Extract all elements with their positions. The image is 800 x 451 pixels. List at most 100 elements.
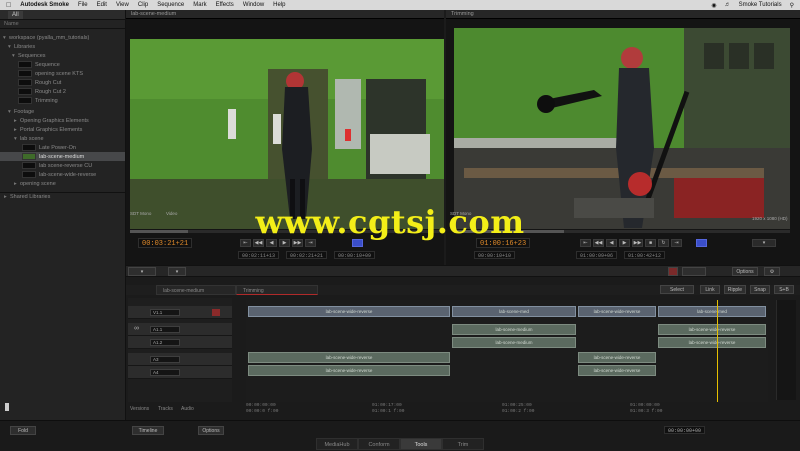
tab-trim[interactable]: Trim xyxy=(442,438,484,450)
user-menu[interactable]: Smoke Tutorials xyxy=(739,2,782,8)
footage-item[interactable]: ▾ lab scene xyxy=(0,134,125,143)
timeline-clip[interactable]: lab-scene-medium xyxy=(452,337,576,348)
timeline-clip[interactable]: lab-scene-wide-reverse xyxy=(578,365,656,376)
menu-clip[interactable]: Clip xyxy=(138,2,148,8)
source-video-frame[interactable] xyxy=(130,39,444,229)
source-duration-timecode[interactable]: 00:00:10+09 xyxy=(334,251,376,259)
tool-sb[interactable]: S+B xyxy=(774,285,794,294)
link-icon[interactable]: ∞ xyxy=(134,325,139,332)
tab-trimming[interactable]: Trimming xyxy=(236,285,318,295)
track-header-a4[interactable]: A4 xyxy=(128,366,232,379)
footage-item[interactable]: ▸ Portal Graphics Elements xyxy=(0,125,125,134)
sequence-item[interactable]: Trimming xyxy=(0,96,125,105)
mark-in-button[interactable]: ⇤ xyxy=(580,239,591,247)
tab-all[interactable]: All xyxy=(8,10,23,19)
source-out-timecode[interactable]: 00:02:21+21 xyxy=(286,251,328,259)
options-dropdown[interactable]: Options xyxy=(732,267,758,276)
timeline-clip[interactable]: lab-scene-wide-reverse xyxy=(578,352,656,363)
view-versions[interactable]: Versions xyxy=(130,406,149,412)
sequence-item[interactable]: Sequence xyxy=(0,60,125,69)
gear-icon[interactable]: ⚙ xyxy=(764,267,780,276)
clip-item[interactable]: lab scene-reverse CU xyxy=(0,161,125,170)
track-header-a1[interactable]: A1.1 ∞ xyxy=(128,323,232,336)
record-src-timecode[interactable]: 00:00:10+10 xyxy=(474,251,516,259)
wifi-icon[interactable]: ◉ xyxy=(711,2,716,9)
menu-edit[interactable]: Edit xyxy=(97,2,107,8)
tool-select[interactable]: Select xyxy=(660,285,694,294)
footage-item[interactable]: ▸ opening scene xyxy=(0,179,125,188)
libraries-item[interactable]: ▾ Libraries xyxy=(0,42,125,51)
clip-item[interactable]: lab-scene-wide-reverse xyxy=(0,170,125,179)
timeline-clip[interactable]: lab-scene-medium xyxy=(452,324,576,335)
column-header-name[interactable]: Name xyxy=(0,20,125,29)
step-back-button[interactable]: ◀◀ xyxy=(593,239,604,247)
menu-effects[interactable]: Effects xyxy=(216,2,234,8)
record-button[interactable] xyxy=(668,267,678,276)
next-frame-button[interactable]: ▶▶ xyxy=(632,239,643,247)
fold-dropdown[interactable]: Fold xyxy=(10,426,36,435)
track-header-a3[interactable]: A3 xyxy=(128,353,232,366)
timeline-clip[interactable]: lab-scene-med xyxy=(452,306,576,317)
menu-mark[interactable]: Mark xyxy=(193,2,206,8)
loop-button[interactable]: ↻ xyxy=(658,239,669,247)
timeline-clip[interactable]: lab-scene-wide-reverse xyxy=(248,352,450,363)
tool-snap[interactable]: Snap xyxy=(750,285,770,294)
search-icon[interactable]: ⚲ xyxy=(790,2,794,9)
toolbar-button[interactable]: ▾ xyxy=(168,267,186,276)
tab-tools[interactable]: Tools xyxy=(400,438,442,450)
track-header-v1[interactable]: V1.1 xyxy=(128,306,232,319)
timeline-clip[interactable]: lab-scene-wide-reverse xyxy=(658,337,766,348)
options-dropdown[interactable]: Options xyxy=(198,426,224,435)
footage-folder[interactable]: ▾ Footage xyxy=(0,107,125,116)
record-in-timecode[interactable]: 01:00:09+06 xyxy=(576,251,618,259)
thumbnail xyxy=(22,153,36,160)
timeline-dropdown[interactable]: Timeline xyxy=(132,426,164,435)
timeline-clip[interactable]: lab-scene-wide-reverse xyxy=(578,306,656,317)
timeline-clip[interactable]: lab-scene-med xyxy=(658,306,766,317)
track-header-a2[interactable]: A1.2 xyxy=(128,336,232,349)
toolbar-dropdown[interactable]: ▾ xyxy=(128,267,156,276)
color-button[interactable] xyxy=(682,267,706,276)
clip-item-selected[interactable]: lab-scene-medium xyxy=(0,152,125,161)
bottom-timecode[interactable]: 00:00:00+00 xyxy=(664,426,706,434)
sequence-item[interactable]: Rough Cut xyxy=(0,78,125,87)
overwrite-button[interactable] xyxy=(696,239,707,247)
clip-item[interactable]: Late Power-On xyxy=(0,143,125,152)
apple-icon[interactable]:  xyxy=(6,2,11,9)
prev-frame-button[interactable]: ◀ xyxy=(606,239,617,247)
sequence-item[interactable]: Rough Cut 2 xyxy=(0,87,125,96)
zoom-dropdown[interactable]: ▾ xyxy=(752,239,776,247)
scroll-handle[interactable] xyxy=(5,403,9,411)
stop-button[interactable]: ■ xyxy=(645,239,656,247)
sequence-item[interactable]: opening scene KTS xyxy=(0,69,125,78)
menu-view[interactable]: View xyxy=(116,2,129,8)
timeline-clip[interactable]: lab-scene-wide-reverse xyxy=(248,306,450,317)
tool-link[interactable]: Link xyxy=(700,285,720,294)
menu-file[interactable]: File xyxy=(78,2,88,8)
timeline-clip[interactable]: lab-scene-wide-reverse xyxy=(248,365,450,376)
view-audio[interactable]: Audio xyxy=(181,406,194,412)
app-menu[interactable]: Autodesk Smoke xyxy=(20,2,69,8)
record-out-timecode[interactable]: 01:00:42+12 xyxy=(624,251,666,259)
volume-icon[interactable]: ♬ xyxy=(725,2,731,8)
menu-sequence[interactable]: Sequence xyxy=(157,2,184,8)
tab-lab-scene-medium[interactable]: lab-scene-medium xyxy=(156,285,236,295)
tool-ripple[interactable]: Ripple xyxy=(724,285,746,294)
play-button[interactable]: ▶ xyxy=(619,239,630,247)
menu-window[interactable]: Window xyxy=(243,2,264,8)
mark-out-button[interactable]: ⇥ xyxy=(671,239,682,247)
record-video-frame[interactable] xyxy=(454,28,790,229)
sequences-folder[interactable]: ▾ Sequences xyxy=(0,51,125,60)
source-in-timecode[interactable]: 00:02:11+13 xyxy=(238,251,280,259)
tab-mediahub[interactable]: MediaHub xyxy=(316,438,358,450)
workspace-item[interactable]: ▾ workspace (pyalla_mm_tutorials) xyxy=(0,33,125,42)
timeline-clip[interactable]: lab-scene-wide-reverse xyxy=(658,324,766,335)
playhead[interactable] xyxy=(717,300,718,402)
tab-conform[interactable]: Conform xyxy=(358,438,400,450)
footage-item[interactable]: ▸ Opening Graphics Elements xyxy=(0,116,125,125)
source-timecode[interactable]: 00:03:21+21 xyxy=(138,238,193,248)
shared-libraries[interactable]: ▸ Shared Libraries xyxy=(0,192,125,201)
view-tracks[interactable]: Tracks xyxy=(158,406,173,412)
menu-help[interactable]: Help xyxy=(273,2,285,8)
record-track-icon[interactable] xyxy=(212,309,220,316)
